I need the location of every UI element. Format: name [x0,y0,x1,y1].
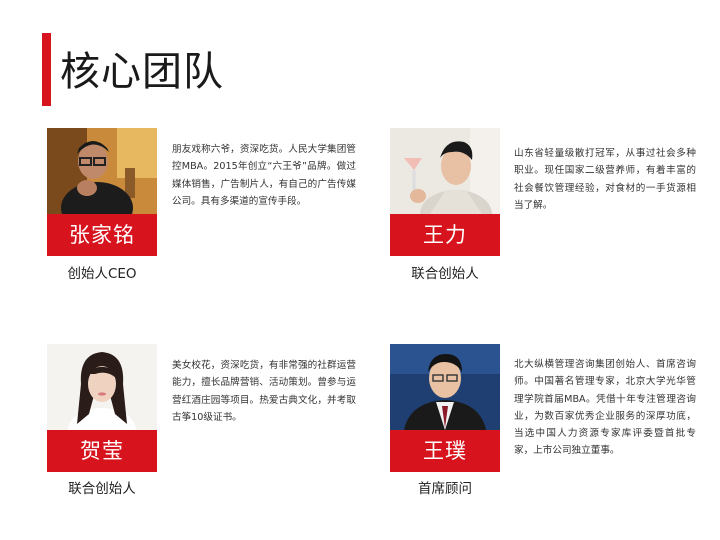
member-name: 贺莹 [47,430,157,472]
member-role: 创始人CEO [67,266,137,282]
member-description: 山东省轻量级散打冠军，从事过社会多种职业。现任国家二级营养师，有着丰富的社会餐饮… [514,148,696,211]
member-photo [390,128,500,214]
member-photo [47,344,157,430]
member-description: 美女校花，资深吃货，有非常强的社群运营能力，擅长品牌营销、活动策划。曾参与运营红… [172,360,356,423]
member-photo [390,344,500,430]
member-role: 首席顾问 [418,481,472,497]
member-name: 张家铭 [47,214,157,256]
member-name: 王力 [390,214,500,256]
member-role: 联合创始人 [411,266,479,282]
title-accent-bar [42,33,51,106]
member-role: 联合创始人 [68,481,136,497]
member-photo [47,128,157,214]
member-description: 北大纵横管理咨询集团创始人、首席咨询师。中国著名管理专家，北京大学光华管理学院首… [514,359,696,457]
member-name: 王璞 [390,430,500,472]
member-description: 朋友戏称六爷，资深吃货。人民大学集团管控MBA。2015年创立“六王爷”品牌。做… [172,144,356,207]
page-title: 核心团队 [60,49,224,95]
